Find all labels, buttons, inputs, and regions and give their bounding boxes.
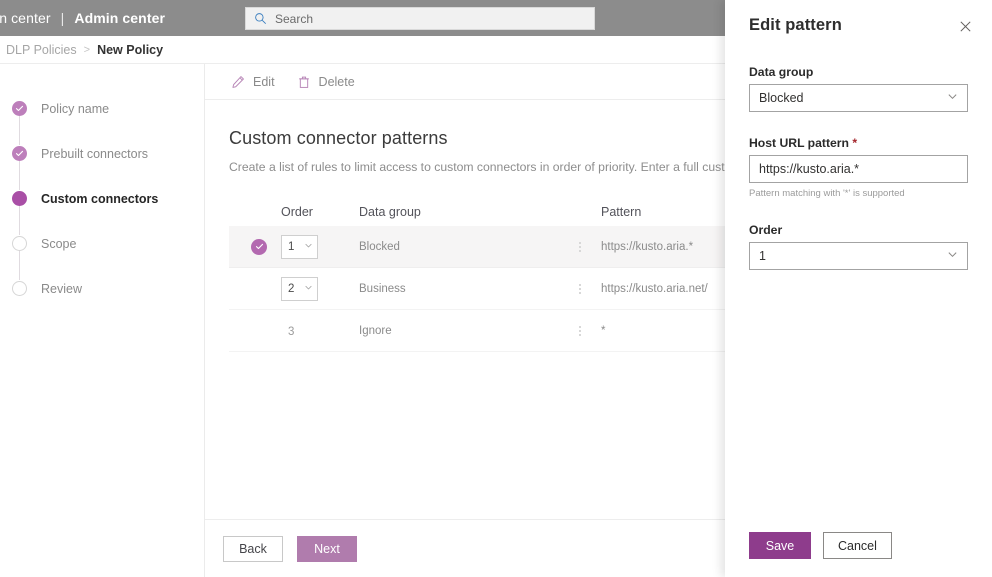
- grip-dots-icon: [579, 241, 581, 252]
- column-header-order[interactable]: Order: [281, 205, 359, 219]
- row-selected-indicator[interactable]: [251, 238, 281, 255]
- order-field: Order 1: [749, 223, 968, 270]
- wizard-step-label: Custom connectors: [41, 191, 159, 206]
- row-data-group-cell: Ignore: [359, 324, 392, 337]
- suite-brand-left: in center: [0, 10, 51, 26]
- suite-brand-separator: |: [60, 10, 65, 26]
- wizard-step-scope[interactable]: Scope: [0, 221, 204, 280]
- host-url-label: Host URL pattern *: [749, 136, 968, 150]
- wizard-connector-line: [19, 116, 20, 145]
- page-description-text: Create a list of rules to limit access t…: [229, 160, 811, 174]
- data-group-select[interactable]: Blocked: [749, 84, 968, 112]
- row-grip-handle[interactable]: [559, 283, 601, 294]
- trash-icon: [297, 75, 311, 89]
- back-button[interactable]: Back: [223, 535, 283, 562]
- order-label: Order: [749, 223, 783, 237]
- delete-button[interactable]: Delete: [297, 75, 355, 89]
- host-url-field: Host URL pattern * https://kusto.aria.* …: [749, 136, 968, 199]
- host-url-label-text: Host URL pattern: [749, 136, 849, 150]
- order-static-value: 3: [288, 325, 295, 338]
- order-dropdown[interactable]: 2: [281, 276, 318, 301]
- breadcrumb-separator-icon: >: [83, 43, 91, 56]
- cancel-button[interactable]: Cancel: [823, 532, 892, 559]
- wizard-step-policy-name[interactable]: Policy name: [0, 86, 204, 145]
- suite-brand[interactable]: in center | Admin center: [0, 10, 165, 26]
- host-url-input[interactable]: https://kusto.aria.*: [749, 155, 968, 183]
- row-grip-handle[interactable]: [559, 241, 601, 252]
- wizard-step-label: Policy name: [41, 101, 110, 116]
- edit-button-label: Edit: [253, 74, 275, 89]
- order-dropdown-value: 1: [288, 240, 295, 253]
- step-pending-icon: [12, 281, 27, 296]
- row-order-cell: 2: [281, 276, 359, 301]
- step-current-icon: [12, 191, 27, 206]
- step-pending-icon: [12, 236, 27, 251]
- breadcrumb-item-new-policy: New Policy: [97, 42, 164, 57]
- wizard-step-prebuilt-connectors[interactable]: Prebuilt connectors: [0, 131, 204, 190]
- search-input[interactable]: Search: [245, 7, 595, 30]
- pencil-icon: [231, 75, 245, 89]
- wizard-connector-line: [19, 161, 20, 190]
- order-select[interactable]: 1: [749, 242, 968, 270]
- order-dropdown[interactable]: 1: [281, 234, 318, 259]
- next-button[interactable]: Next: [297, 535, 357, 562]
- breadcrumb-item-dlp-policies[interactable]: DLP Policies: [6, 43, 77, 57]
- wizard-connector-line: [19, 251, 20, 280]
- search-placeholder: Search: [275, 11, 314, 26]
- row-grip-handle[interactable]: [559, 325, 601, 336]
- check-circle-icon: [251, 238, 267, 255]
- save-button[interactable]: Save: [749, 532, 811, 559]
- panel-header: Edit pattern: [725, 0, 992, 35]
- wizard-connector-line: [19, 206, 20, 235]
- step-complete-icon: [12, 146, 27, 161]
- host-url-help-text: Pattern matching with '*' is supported: [749, 188, 905, 199]
- row-data-group-cell: Business: [359, 282, 406, 295]
- edit-button[interactable]: Edit: [231, 75, 275, 89]
- data-group-value: Blocked: [759, 91, 804, 105]
- edit-pattern-panel: Edit pattern Data group Blocked Host URL…: [725, 0, 992, 577]
- wizard-steps-rail: Policy name Prebuilt connectors Custom c…: [0, 64, 205, 577]
- wizard-step-review[interactable]: Review: [0, 266, 204, 311]
- close-icon[interactable]: [958, 19, 974, 35]
- suite-brand-right: Admin center: [74, 10, 166, 26]
- required-marker: *: [852, 136, 858, 150]
- panel-footer: Save Cancel: [725, 532, 992, 577]
- chevron-down-icon: [947, 91, 958, 105]
- column-header-data-group[interactable]: Data group: [359, 205, 559, 219]
- row-order-cell: 1: [281, 234, 359, 259]
- host-url-value: https://kusto.aria.*: [759, 162, 860, 176]
- search-icon: [254, 12, 267, 25]
- data-group-label: Data group: [749, 65, 814, 79]
- chevron-down-icon: [947, 249, 958, 263]
- order-value: 1: [759, 249, 766, 263]
- grip-dots-icon: [579, 283, 581, 294]
- data-group-field: Data group Blocked: [749, 65, 968, 112]
- order-dropdown-value: 2: [288, 282, 295, 295]
- chevron-down-icon: [304, 283, 313, 295]
- chevron-down-icon: [304, 241, 313, 253]
- row-order-cell: 3: [281, 322, 359, 340]
- panel-title: Edit pattern: [749, 16, 842, 34]
- delete-button-label: Delete: [318, 74, 355, 89]
- wizard-step-label: Prebuilt connectors: [41, 146, 149, 161]
- wizard-step-custom-connectors[interactable]: Custom connectors: [0, 176, 204, 235]
- wizard-step-label: Review: [41, 281, 82, 296]
- wizard-step-label: Scope: [41, 236, 77, 251]
- panel-body: Data group Blocked Host URL pattern * ht…: [725, 35, 992, 270]
- row-data-group-cell: Blocked: [359, 240, 400, 253]
- grip-dots-icon: [579, 325, 581, 336]
- step-complete-icon: [12, 101, 27, 116]
